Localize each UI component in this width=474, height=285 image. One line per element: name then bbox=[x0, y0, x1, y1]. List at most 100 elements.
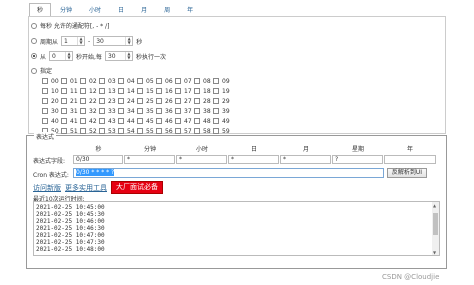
results-scrollbar-thumb[interactable] bbox=[433, 213, 438, 235]
field-hour-input[interactable]: * bbox=[176, 155, 227, 164]
second-checkbox-item[interactable]: 16 bbox=[156, 87, 175, 95]
second-checkbox-item[interactable]: 35 bbox=[137, 107, 156, 115]
checkbox[interactable] bbox=[156, 118, 162, 124]
checkbox[interactable] bbox=[194, 78, 200, 84]
stepper-arrows-icon[interactable]: ▲ ▼ bbox=[124, 52, 132, 60]
checkbox[interactable] bbox=[61, 78, 67, 84]
stepper-arrows-icon[interactable]: ▲ ▼ bbox=[77, 37, 84, 45]
second-checkbox-item[interactable]: 21 bbox=[61, 97, 80, 105]
checkbox[interactable] bbox=[80, 88, 86, 94]
tab-minute[interactable]: 分钟 bbox=[52, 3, 80, 17]
checkbox[interactable] bbox=[137, 78, 143, 84]
checkbox[interactable] bbox=[137, 118, 143, 124]
cycle-to-stepper[interactable]: 30 ▲ ▼ bbox=[93, 36, 134, 46]
second-checkbox-item[interactable]: 09 bbox=[213, 77, 232, 85]
second-checkbox-item[interactable]: 23 bbox=[99, 97, 118, 105]
second-checkbox-item[interactable]: 03 bbox=[99, 77, 118, 85]
checkbox[interactable] bbox=[80, 78, 86, 84]
checkbox[interactable] bbox=[194, 118, 200, 124]
checkbox[interactable] bbox=[61, 108, 67, 114]
tab-month[interactable]: 月 bbox=[133, 3, 155, 17]
second-checkbox-item[interactable]: 20 bbox=[42, 97, 61, 105]
tab-day[interactable]: 日 bbox=[110, 3, 132, 17]
second-checkbox-item[interactable]: 52 bbox=[80, 127, 99, 135]
radio-every-second[interactable] bbox=[31, 22, 37, 29]
option-cycle[interactable]: 周期从 1 ▲ ▼ - 30 ▲ ▼ 秒 bbox=[31, 36, 142, 46]
new-version-link[interactable]: 访问新版 bbox=[33, 183, 61, 193]
checkbox[interactable] bbox=[99, 118, 105, 124]
second-checkbox-item[interactable]: 45 bbox=[137, 117, 156, 125]
interview-button[interactable]: 大厂面试必备 bbox=[111, 181, 163, 194]
checkbox[interactable] bbox=[137, 108, 143, 114]
second-checkbox-item[interactable]: 36 bbox=[156, 107, 175, 115]
option-specify[interactable]: 指定 bbox=[31, 66, 52, 75]
checkbox[interactable] bbox=[156, 108, 162, 114]
second-checkbox-item[interactable]: 59 bbox=[213, 127, 232, 135]
second-checkbox-item[interactable]: 18 bbox=[194, 87, 213, 95]
field-month-input[interactable]: * bbox=[280, 155, 331, 164]
second-checkbox-item[interactable]: 01 bbox=[61, 77, 80, 85]
checkbox[interactable] bbox=[156, 78, 162, 84]
second-checkbox-item[interactable]: 41 bbox=[61, 117, 80, 125]
option-every-second[interactable]: 每秒 允许的通配符[, - * /] bbox=[31, 21, 109, 30]
checkbox[interactable] bbox=[213, 98, 219, 104]
checkbox[interactable] bbox=[137, 128, 143, 134]
checkbox[interactable] bbox=[80, 128, 86, 134]
checkbox[interactable] bbox=[137, 98, 143, 104]
second-checkbox-item[interactable]: 15 bbox=[137, 87, 156, 95]
checkbox[interactable] bbox=[118, 78, 124, 84]
second-checkbox-item[interactable]: 27 bbox=[175, 97, 194, 105]
checkbox[interactable] bbox=[118, 118, 124, 124]
second-checkbox-item[interactable]: 48 bbox=[194, 117, 213, 125]
second-checkbox-item[interactable]: 56 bbox=[156, 127, 175, 135]
checkbox[interactable] bbox=[213, 78, 219, 84]
second-checkbox-item[interactable]: 29 bbox=[213, 97, 232, 105]
checkbox[interactable] bbox=[61, 98, 67, 104]
second-checkbox-item[interactable]: 51 bbox=[61, 127, 80, 135]
second-checkbox-item[interactable]: 33 bbox=[99, 107, 118, 115]
scroll-down-icon[interactable]: ▼ bbox=[433, 250, 436, 255]
stepper-arrows-icon[interactable]: ▲ ▼ bbox=[65, 52, 72, 60]
second-checkbox-item[interactable]: 22 bbox=[80, 97, 99, 105]
second-checkbox-item[interactable]: 04 bbox=[118, 77, 137, 85]
second-checkbox-item[interactable]: 07 bbox=[175, 77, 194, 85]
cron-expression-input[interactable]: 0/30 * * * * ? bbox=[73, 168, 384, 178]
checkbox[interactable] bbox=[42, 108, 48, 114]
checkbox[interactable] bbox=[99, 108, 105, 114]
checkbox[interactable] bbox=[175, 118, 181, 124]
second-checkbox-item[interactable]: 43 bbox=[99, 117, 118, 125]
checkbox[interactable] bbox=[156, 128, 162, 134]
second-checkbox-item[interactable]: 39 bbox=[213, 107, 232, 115]
checkbox[interactable] bbox=[61, 88, 67, 94]
radio-cycle[interactable] bbox=[31, 38, 37, 44]
tab-year[interactable]: 年 bbox=[179, 3, 201, 17]
checkbox[interactable] bbox=[42, 78, 48, 84]
field-day-input[interactable]: * bbox=[228, 155, 279, 164]
second-checkbox-item[interactable]: 38 bbox=[194, 107, 213, 115]
field-second-input[interactable]: 0/30 bbox=[73, 155, 123, 164]
tab-hour[interactable]: 小时 bbox=[81, 3, 109, 17]
second-checkbox-item[interactable]: 32 bbox=[80, 107, 99, 115]
second-checkbox-item[interactable]: 14 bbox=[118, 87, 137, 95]
results-textarea[interactable]: 2021-02-25 10:45:00 2021-02-25 10:45:30 … bbox=[33, 201, 440, 256]
second-checkbox-item[interactable]: 02 bbox=[80, 77, 99, 85]
second-checkbox-item[interactable]: 00 bbox=[42, 77, 61, 85]
checkbox[interactable] bbox=[42, 98, 48, 104]
every-stepper[interactable]: 30 ▲ ▼ bbox=[104, 51, 133, 61]
field-minute-input[interactable]: * bbox=[124, 155, 175, 164]
checkbox[interactable] bbox=[175, 88, 181, 94]
second-checkbox-item[interactable]: 10 bbox=[42, 87, 61, 95]
cycle-from-stepper[interactable]: 1 ▲ ▼ bbox=[61, 36, 86, 46]
second-checkbox-item[interactable]: 24 bbox=[118, 97, 137, 105]
checkbox[interactable] bbox=[175, 128, 181, 134]
checkbox[interactable] bbox=[175, 98, 181, 104]
tab-second[interactable]: 秒 bbox=[29, 3, 52, 17]
start-from-stepper[interactable]: 0 ▲ ▼ bbox=[49, 51, 74, 61]
checkbox[interactable] bbox=[213, 118, 219, 124]
second-checkbox-item[interactable]: 11 bbox=[61, 87, 80, 95]
checkbox[interactable] bbox=[61, 118, 67, 124]
second-checkbox-item[interactable]: 06 bbox=[156, 77, 175, 85]
checkbox[interactable] bbox=[118, 98, 124, 104]
second-checkbox-item[interactable]: 37 bbox=[175, 107, 194, 115]
checkbox[interactable] bbox=[42, 118, 48, 124]
